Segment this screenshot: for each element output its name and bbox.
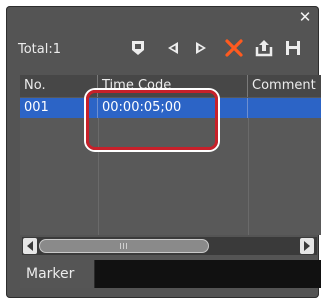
- save-icon[interactable]: [283, 38, 303, 58]
- row-comment: [248, 98, 321, 118]
- column-divider: [248, 118, 249, 235]
- tab-strip: Marker: [20, 260, 321, 288]
- total-count: Total:1: [18, 42, 62, 57]
- close-icon[interactable]: ✕: [297, 9, 313, 25]
- next-icon[interactable]: [191, 38, 211, 58]
- export-icon[interactable]: [254, 38, 274, 58]
- scroll-thumb[interactable]: [39, 239, 209, 253]
- marker-down-icon[interactable]: [128, 38, 148, 58]
- previous-icon[interactable]: [163, 38, 183, 58]
- scroll-left-button[interactable]: [23, 238, 37, 254]
- delete-icon[interactable]: [224, 38, 244, 58]
- highlight-callout: [86, 90, 218, 150]
- scroll-right-button[interactable]: [300, 238, 314, 254]
- tab-marker[interactable]: Marker: [20, 260, 95, 288]
- column-header-comment[interactable]: Comment: [248, 75, 321, 97]
- horizontal-scrollbar[interactable]: [22, 237, 317, 255]
